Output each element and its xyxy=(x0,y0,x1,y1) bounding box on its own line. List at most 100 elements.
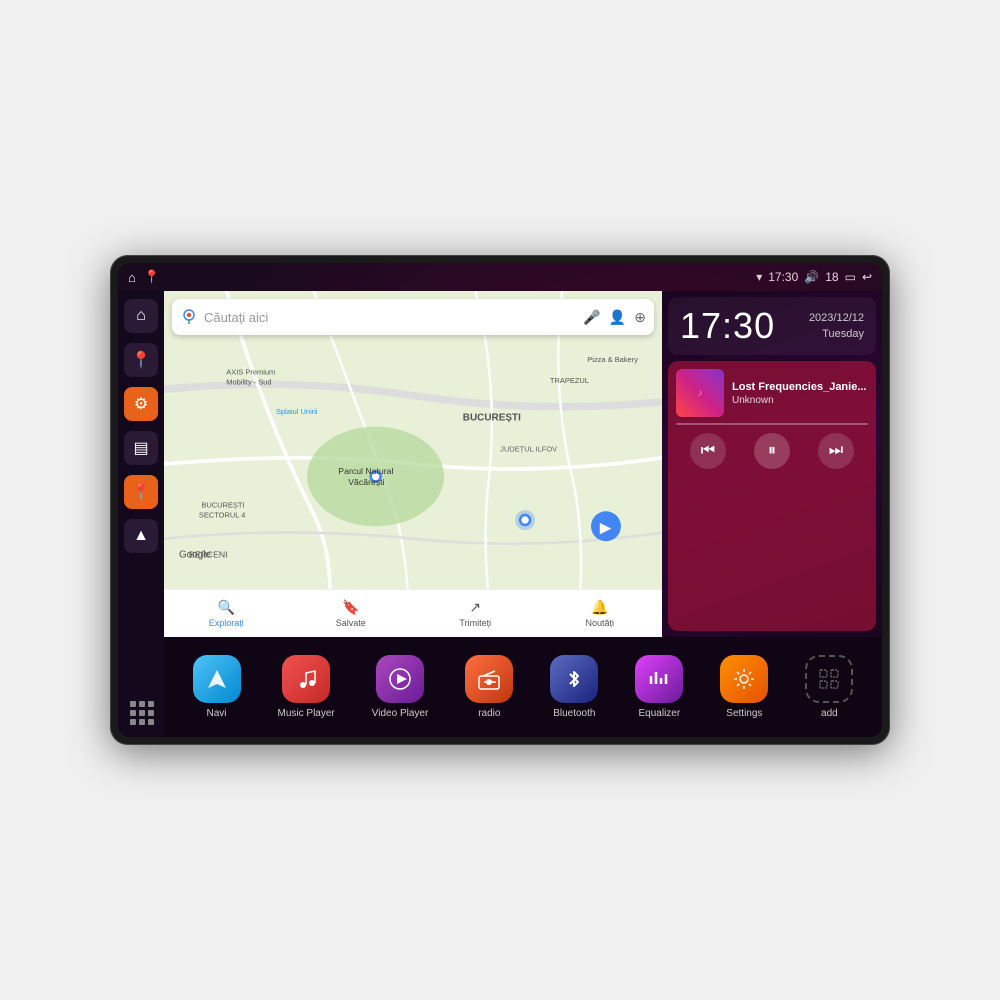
explore-label: Explorați xyxy=(209,618,244,628)
app-music-player[interactable]: Music Player xyxy=(278,655,335,719)
app-navi[interactable]: Navi xyxy=(193,655,241,719)
radio-label: radio xyxy=(478,708,500,719)
map-share-btn[interactable]: ↗ Trimiteți xyxy=(413,599,538,628)
svg-text:JUDEȚUL ILFOV: JUDEȚUL ILFOV xyxy=(500,445,557,454)
svg-text:Parcul Natural: Parcul Natural xyxy=(338,466,393,476)
saved-icon: 🔖 xyxy=(342,599,359,616)
music-text: Lost Frequencies_Janie... Unknown xyxy=(732,381,868,406)
music-controls: ⏮ ⏸ ⏭ xyxy=(676,433,868,469)
wifi-icon: ▾ xyxy=(756,270,762,284)
album-art-inner: ♪ xyxy=(676,369,724,417)
maps-status-icon: 📍 xyxy=(144,269,160,285)
svg-text:Splaiul Unirii: Splaiul Unirii xyxy=(276,407,318,416)
map-search-actions: 🎤 👤 ⊕ xyxy=(583,309,646,326)
sidebar-nav-btn[interactable]: ▲ xyxy=(124,519,158,553)
music-player-label: Music Player xyxy=(278,708,335,719)
clock-time: 17:30 xyxy=(680,305,775,347)
explore-icon: 🔍 xyxy=(218,599,235,616)
settings-label: Settings xyxy=(726,708,762,719)
battery-icon: ▭ xyxy=(845,270,856,284)
bluetooth-icon xyxy=(550,655,598,703)
clock-date: 2023/12/12 Tuesday xyxy=(809,310,864,343)
navi-label: Navi xyxy=(206,708,226,719)
album-art: ♪ xyxy=(676,369,724,417)
microphone-icon[interactable]: 🎤 xyxy=(583,309,600,326)
sidebar-home-btn[interactable]: ⌂ xyxy=(124,299,158,333)
svg-text:Pizza & Bakery: Pizza & Bakery xyxy=(587,355,638,364)
svg-text:BUCUREȘTI: BUCUREȘTI xyxy=(463,412,521,423)
video-player-icon xyxy=(376,655,424,703)
account-icon[interactable]: 👤 xyxy=(609,309,626,326)
clock-date-line2: Tuesday xyxy=(809,326,864,343)
svg-text:Mobility - Sud: Mobility - Sud xyxy=(226,377,271,386)
apps-grid-btn[interactable] xyxy=(124,695,158,729)
svg-text:Google: Google xyxy=(179,549,212,560)
status-time: 17:30 xyxy=(768,270,798,284)
device-frame: ⌂ 📍 ▾ 17:30 🔊 18 ▭ ↩ ⌂ 📍 ⚙ ▤ 📍 ▲ xyxy=(110,255,890,745)
sidebar-folder-btn[interactable]: ▤ xyxy=(124,431,158,465)
music-player-icon xyxy=(282,655,330,703)
video-player-label: Video Player xyxy=(372,708,429,719)
upper-content: Căutați aici 🎤 👤 ⊕ xyxy=(164,291,882,637)
battery-level: 18 xyxy=(825,270,838,284)
svg-text:▶: ▶ xyxy=(600,519,612,536)
sidebar-maps-btn[interactable]: 📍 xyxy=(124,343,158,377)
map-explore-btn[interactable]: 🔍 Explorați xyxy=(164,599,289,628)
music-artist: Unknown xyxy=(732,395,868,406)
svg-text:Văcărești: Văcărești xyxy=(348,477,384,487)
content-area: Căutați aici 🎤 👤 ⊕ xyxy=(164,291,882,737)
svg-text:SECTORUL 4: SECTORUL 4 xyxy=(199,511,246,520)
map-updates-btn[interactable]: 🔔 Noutăți xyxy=(538,599,663,628)
share-label: Trimiteți xyxy=(459,618,491,628)
sidebar-settings-btn[interactable]: ⚙ xyxy=(124,387,158,421)
equalizer-label: Equalizer xyxy=(639,708,681,719)
map-container[interactable]: Căutați aici 🎤 👤 ⊕ xyxy=(164,291,662,637)
right-panel: 17:30 2023/12/12 Tuesday ♪ xyxy=(662,291,882,637)
prev-button[interactable]: ⏮ xyxy=(690,433,726,469)
volume-icon: 🔊 xyxy=(804,270,819,284)
bluetooth-label: Bluetooth xyxy=(553,708,595,719)
saved-label: Salvate xyxy=(336,618,366,628)
updates-icon: 🔔 xyxy=(591,599,608,616)
sidebar-location-btn[interactable]: 📍 xyxy=(124,475,158,509)
app-equalizer[interactable]: Equalizer xyxy=(635,655,683,719)
play-pause-button[interactable]: ⏸ xyxy=(754,433,790,469)
svg-text:AXIS Premium: AXIS Premium xyxy=(226,367,275,376)
back-icon[interactable]: ↩ xyxy=(862,270,872,284)
apps-row: Navi Music Player xyxy=(164,637,882,737)
app-add[interactable]: add xyxy=(805,655,853,719)
map-search-bar[interactable]: Căutați aici 🎤 👤 ⊕ xyxy=(172,299,654,335)
music-title: Lost Frequencies_Janie... xyxy=(732,381,868,393)
left-sidebar: ⌂ 📍 ⚙ ▤ 📍 ▲ xyxy=(118,291,164,737)
status-bar: ⌂ 📍 ▾ 17:30 🔊 18 ▭ ↩ xyxy=(118,263,882,291)
navi-icon xyxy=(193,655,241,703)
add-label: add xyxy=(821,708,838,719)
map-search-placeholder[interactable]: Căutați aici xyxy=(204,310,577,325)
updates-label: Noutăți xyxy=(585,618,614,628)
next-button[interactable]: ⏭ xyxy=(818,433,854,469)
clock-widget: 17:30 2023/12/12 Tuesday xyxy=(668,297,876,355)
google-maps-icon xyxy=(180,308,198,326)
app-settings[interactable]: Settings xyxy=(720,655,768,719)
music-info: ♪ Lost Frequencies_Janie... Unknown xyxy=(676,369,868,417)
music-progress-bar[interactable] xyxy=(676,423,868,425)
map-saved-btn[interactable]: 🔖 Salvate xyxy=(289,599,414,628)
svg-text:BUCUREȘTI: BUCUREȘTI xyxy=(201,501,244,510)
device-screen: ⌂ 📍 ▾ 17:30 🔊 18 ▭ ↩ ⌂ 📍 ⚙ ▤ 📍 ▲ xyxy=(118,263,882,737)
app-bluetooth[interactable]: Bluetooth xyxy=(550,655,598,719)
radio-icon xyxy=(465,655,513,703)
equalizer-icon xyxy=(635,655,683,703)
layers-icon[interactable]: ⊕ xyxy=(634,309,646,326)
app-video-player[interactable]: Video Player xyxy=(372,655,429,719)
clock-date-line1: 2023/12/12 xyxy=(809,310,864,327)
music-widget: ♪ Lost Frequencies_Janie... Unknown ⏮ xyxy=(668,361,876,631)
settings-icon xyxy=(720,655,768,703)
app-radio[interactable]: radio xyxy=(465,655,513,719)
home-status-icon: ⌂ xyxy=(128,270,136,285)
add-icon xyxy=(805,655,853,703)
share-icon: ↗ xyxy=(469,599,481,616)
svg-text:TRAPEZUL: TRAPEZUL xyxy=(550,376,589,385)
status-left: ⌂ 📍 xyxy=(128,269,160,285)
map-bottom-bar: 🔍 Explorați 🔖 Salvate ↗ Trimiteți xyxy=(164,589,662,637)
status-right: ▾ 17:30 🔊 18 ▭ ↩ xyxy=(756,270,872,284)
